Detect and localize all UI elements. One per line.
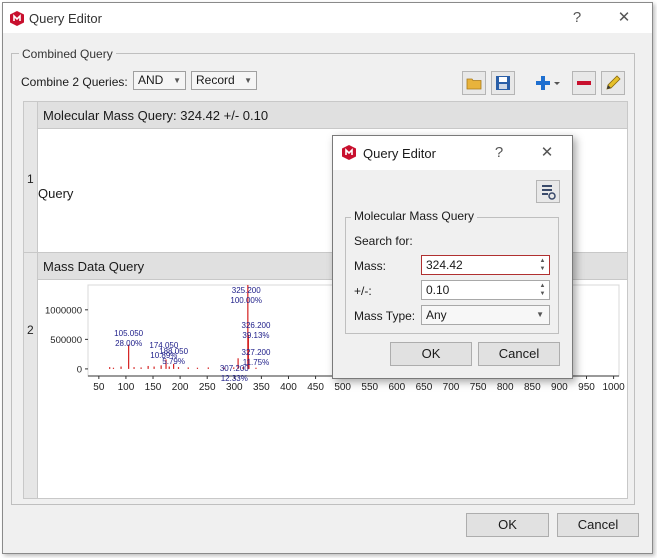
y-tick-label: 0 <box>77 364 82 375</box>
mode-select[interactable]: Record ▼ <box>191 71 257 90</box>
mass-type-label: Mass Type: <box>354 309 416 323</box>
dialog-cancel-button[interactable]: Cancel <box>478 342 560 366</box>
x-tick-label: 700 <box>443 382 460 393</box>
open-button[interactable] <box>462 71 486 95</box>
x-tick-label: 450 <box>307 382 324 393</box>
peak-mz-label: 188.050 <box>159 347 188 356</box>
app-logo-icon <box>342 145 356 160</box>
x-tick-label: 1000 <box>602 382 625 393</box>
tolerance-spinner[interactable]: ▲ ▼ <box>538 282 547 298</box>
molecular-mass-query-header[interactable]: Molecular Mass Query: 324.42 +/- 0.10 <box>38 102 627 129</box>
app-logo-icon <box>10 11 24 26</box>
x-tick-label: 750 <box>470 382 487 393</box>
row-number: 1 <box>27 172 34 186</box>
dialog-close-button[interactable]: ✕ <box>536 142 558 164</box>
list-search-icon <box>542 185 556 200</box>
row-header-1: 1 <box>24 102 38 252</box>
y-tick-label: 500000 <box>50 335 82 346</box>
x-tick-label: 900 <box>551 382 568 393</box>
add-query-button[interactable] <box>533 73 563 93</box>
title-bar: Query Editor ? ✕ <box>3 3 652 33</box>
x-tick-label: 600 <box>389 382 406 393</box>
dialog-help-button[interactable]: ? <box>488 142 510 164</box>
pencil-icon <box>606 75 621 90</box>
combined-query-legend: Combined Query <box>19 47 116 61</box>
ok-button[interactable]: OK <box>466 513 549 537</box>
chevron-down-icon: ▼ <box>244 76 252 85</box>
x-tick-label: 50 <box>93 382 105 393</box>
dialog-ok-button[interactable]: OK <box>390 342 472 366</box>
molecular-mass-legend: Molecular Mass Query <box>351 209 478 223</box>
peak-percent-label: 28.00% <box>115 339 142 348</box>
peak-percent-label: 39.13% <box>242 331 269 340</box>
mass-type-value: Any <box>426 308 447 322</box>
row-header-2: 2 <box>24 253 38 399</box>
mass-spinner[interactable]: ▲ ▼ <box>538 257 547 273</box>
x-tick-label: 800 <box>497 382 514 393</box>
x-tick-label: 400 <box>280 382 297 393</box>
spin-down-icon[interactable]: ▼ <box>538 290 547 298</box>
folder-icon <box>466 78 482 90</box>
window-title: Query Editor <box>29 11 102 26</box>
spin-up-icon[interactable]: ▲ <box>538 257 547 265</box>
remove-query-button[interactable] <box>572 71 596 95</box>
cancel-button[interactable]: Cancel <box>557 513 639 537</box>
peak-mz-label: 326.200 <box>242 321 271 330</box>
peak-percent-label: 100.00% <box>230 296 262 305</box>
x-tick-label: 100 <box>118 382 135 393</box>
peak-mz-label: 325.200 <box>232 286 261 295</box>
x-tick-label: 950 <box>578 382 595 393</box>
peak-percent-label: 5.79% <box>162 357 185 366</box>
chevron-down-icon: ▼ <box>173 76 181 85</box>
x-tick-label: 300 <box>226 382 243 393</box>
edit-query-button[interactable] <box>601 71 625 95</box>
tolerance-value: 0.10 <box>426 283 450 297</box>
peak-percent-label: 12.33% <box>221 374 248 383</box>
structure-search-button[interactable] <box>536 180 560 203</box>
chevron-down-icon: ▼ <box>536 310 544 319</box>
molecular-mass-dialog: Query Editor ? ✕ Molecular Mass Query Se… <box>332 135 573 379</box>
x-tick-label: 150 <box>145 382 162 393</box>
peak-mz-label: 105.050 <box>114 329 143 338</box>
operator-value: AND <box>138 73 164 87</box>
x-tick-label: 850 <box>524 382 541 393</box>
operator-select[interactable]: AND ▼ <box>133 71 186 90</box>
mass-value: 324.42 <box>426 258 463 272</box>
minus-icon <box>577 81 591 85</box>
x-tick-label: 200 <box>172 382 189 393</box>
spin-down-icon[interactable]: ▼ <box>538 265 547 273</box>
x-tick-label: 500 <box>334 382 351 393</box>
close-button[interactable]: ✕ <box>613 7 635 29</box>
x-tick-label: 550 <box>361 382 378 393</box>
help-button[interactable]: ? <box>566 7 588 29</box>
tolerance-input[interactable]: 0.10 ▲ ▼ <box>421 280 550 300</box>
mass-type-select[interactable]: Any ▼ <box>421 305 550 325</box>
combine-label: Combine 2 Queries: <box>21 75 128 89</box>
mode-value: Record <box>196 73 235 87</box>
save-button[interactable] <box>491 71 515 95</box>
x-tick-label: 650 <box>416 382 433 393</box>
peak-percent-label: 11.75% <box>243 358 270 367</box>
spin-up-icon[interactable]: ▲ <box>538 282 547 290</box>
dialog-title-bar: Query Editor ? ✕ <box>333 136 572 170</box>
y-tick-label: 1000000 <box>45 305 82 316</box>
mass-input[interactable]: 324.42 ▲ ▼ <box>421 255 550 275</box>
tolerance-label: +/-: <box>354 284 372 298</box>
mass-label: Mass: <box>354 259 387 273</box>
search-for-label: Search for: <box>354 234 413 248</box>
x-tick-label: 250 <box>199 382 216 393</box>
query-row-text[interactable]: Query <box>38 186 73 201</box>
plus-icon <box>536 76 560 90</box>
dialog-title: Query Editor <box>363 146 436 161</box>
x-tick-label: 350 <box>253 382 270 393</box>
row-header-empty <box>24 399 38 498</box>
floppy-disk-icon <box>496 76 510 90</box>
row-number: 2 <box>27 323 34 337</box>
peak-mz-label: 327.200 <box>242 348 271 357</box>
